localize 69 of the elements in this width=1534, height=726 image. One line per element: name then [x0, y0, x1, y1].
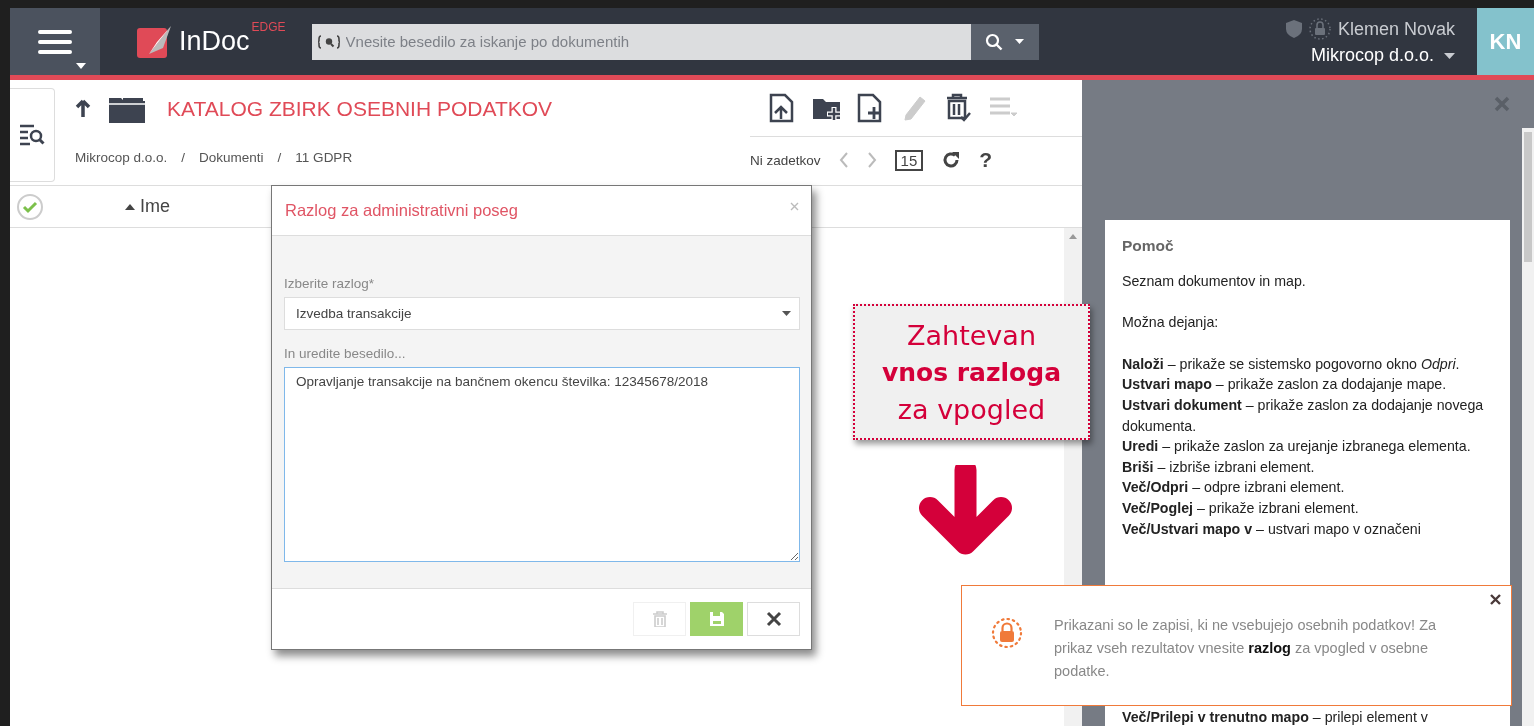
caret-icon: [782, 311, 791, 316]
search-button[interactable]: [970, 23, 1039, 60]
help-item: Briši – izbriše izbrani element.: [1122, 457, 1316, 477]
close-icon: [1490, 594, 1501, 605]
check-circle-icon: [16, 192, 44, 221]
help-item: Več/Poglej – prikaže izbrani element.: [1122, 498, 1360, 518]
notification-text: Prikazani so le zapisi, ki ne vsebujejo osebnih podatkov! Za prikaz vseh rezultatov vnesite razlog za vpogled v osebne podatke.: [1054, 616, 1438, 681]
reason-text-field[interactable]: Opravljanje transakcije na bančnem okencu številka: 12345678/2018: [284, 367, 800, 562]
callout-text: Zahtevan: [907, 318, 1036, 353]
close-icon: [790, 202, 799, 211]
help-item: Več/Prilepi v trenutno mapo – prilepi element v: [1122, 708, 1429, 726]
lock-dotted-icon: [990, 616, 1024, 650]
breadcrumb-separator: /: [181, 150, 186, 165]
cancel-button[interactable]: [747, 602, 800, 636]
folder-icon: [109, 95, 145, 123]
main-menu-button[interactable]: [10, 8, 100, 75]
search-list-icon: [19, 123, 45, 147]
callout-text: vnos razloga: [881, 356, 1062, 389]
scrollbar[interactable]: [1522, 128, 1534, 726]
refresh-icon: [941, 150, 962, 170]
search-field[interactable]: Vnesite besedilo za iskanje po dokumentih: [311, 23, 971, 60]
refresh-button[interactable]: [941, 150, 962, 170]
lock-dotted-icon: [1307, 17, 1332, 41]
field-label: In uredite besedilo...: [284, 346, 407, 361]
scroll-up-icon: [1069, 234, 1077, 239]
trash-icon: [651, 611, 668, 627]
reason-dropdown[interactable]: Izvedba transakcije: [284, 297, 800, 330]
help-item: Več/Odpri – odpre izbrani element.: [1122, 478, 1346, 498]
help-item: Več/Ustvari mapo v – ustvari mapo v označeni: [1122, 519, 1422, 539]
chevron-right-icon: [866, 152, 877, 168]
callout-text: za vpogled: [897, 392, 1046, 427]
help-item: Ustvari mapo – prikaže zaslon za dodajanje mape.: [1122, 375, 1448, 395]
hamburger-menu-icon: [38, 28, 72, 55]
folder-title: KATALOG ZBIRK OSEBNIH PODATKOV: [167, 97, 553, 121]
breadcrumb-link[interactable]: Dokumenti: [199, 150, 264, 165]
help-button[interactable]: ?: [979, 148, 993, 172]
column-header[interactable]: Ime: [119, 195, 176, 218]
caret-icon: [1444, 52, 1455, 59]
trash-check-button[interactable]: [944, 93, 974, 123]
close-icon: [1494, 96, 1510, 112]
page-size-selector[interactable]: 15: [894, 149, 924, 171]
help-item: Naloži – prikaže se sistemsko pogovorno okno Odpri.: [1122, 354, 1461, 374]
help-item: Ustvari dokument – prikaže zaslon za dodajanje novega dokumenta.: [1122, 395, 1485, 436]
shield-icon: [1285, 20, 1302, 38]
trash-check-icon: [944, 93, 974, 123]
dialog-title: Razlog za administrativni poseg: [285, 201, 518, 220]
close-icon: [765, 611, 782, 627]
breadcrumb-link[interactable]: Mikrocop d.o.o.: [75, 150, 168, 165]
help-item: Uredi – prikaže zaslon za urejanje izbranega elementa.: [1122, 437, 1472, 457]
sort-ascending-icon: [125, 203, 135, 210]
up-arrow-icon: [75, 99, 91, 119]
caret-icon: [76, 63, 86, 69]
field-label: Izberite razlog*: [284, 276, 376, 291]
breadcrumb-separator: /: [277, 150, 282, 165]
close-notification-button[interactable]: [1490, 594, 1501, 605]
logo-text: InDoc: [179, 26, 250, 57]
side-tab[interactable]: [10, 88, 55, 182]
up-button[interactable]: [75, 99, 91, 119]
caret-icon: [1015, 39, 1025, 44]
user-name: Klemen Novak: [1337, 18, 1455, 40]
search-icon: [985, 32, 1004, 51]
help-text: Seznam dokumentov in map.: [1122, 271, 1307, 291]
breadcrumb-link[interactable]: 11 GDPR: [295, 150, 353, 165]
logo-suffix-label: EDGE: [251, 19, 286, 34]
company-selector[interactable]: Mikrocop d.o.o.: [1310, 45, 1455, 66]
chevron-left-icon: [838, 152, 849, 168]
help-text: Možna dejanja:: [1122, 313, 1220, 333]
result-status: Ni zadetkov: [750, 152, 821, 168]
help-title: Pomoč: [1122, 236, 1175, 256]
